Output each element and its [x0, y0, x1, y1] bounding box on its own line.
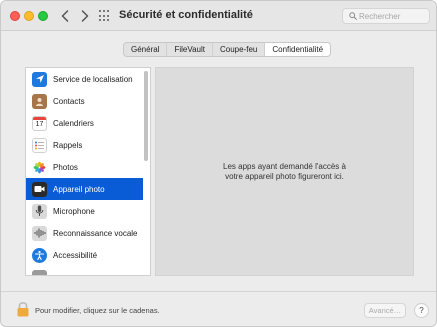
help-button[interactable]: ? [414, 303, 429, 318]
location-arrow-icon [32, 71, 47, 87]
sidebar-item-label: Reconnaissance vocale [53, 228, 138, 238]
tab-bar: Général FileVault Coupe-feu Confidential… [123, 42, 332, 57]
sidebar-item-label: Calendriers [53, 118, 94, 128]
calendar-icon: 17 [32, 115, 47, 131]
contacts-book-icon [32, 93, 47, 109]
close-window-button[interactable] [10, 11, 20, 21]
sidebar-item-reminders[interactable]: Rappels [26, 134, 143, 156]
tab-filevault[interactable]: FileVault [167, 43, 213, 56]
sidebar-item-camera[interactable]: Appareil photo [26, 178, 143, 200]
search-icon [349, 12, 357, 20]
tab-general[interactable]: Général [124, 43, 168, 56]
window-title: Sécurité et confidentialité [119, 9, 253, 21]
sidebar-item-calendars[interactable]: 17 Calendriers [26, 112, 143, 134]
search-field[interactable] [342, 8, 430, 24]
sidebar-item-label: Photos [53, 162, 78, 172]
sidebar-item-label: Service de localisation [53, 74, 133, 84]
lock-icon[interactable] [16, 301, 30, 317]
zoom-window-button[interactable] [38, 11, 48, 21]
search-input[interactable] [359, 10, 427, 22]
sidebar-item-speech-recognition[interactable]: Reconnaissance vocale [26, 222, 143, 244]
forward-button[interactable] [77, 8, 93, 24]
advanced-button[interactable]: Avancé… [364, 303, 406, 318]
sidebar-item-location[interactable]: Service de localisation [26, 68, 143, 90]
sidebar-item-contacts[interactable]: Contacts [26, 90, 143, 112]
title-bar: Sécurité et confidentialité [1, 1, 436, 31]
camera-apps-panel: Les apps ayant demandé l'accès à votre a… [155, 67, 414, 276]
sidebar-item-label: Contacts [53, 96, 85, 106]
microphone-icon [32, 203, 47, 219]
empty-state-message: Les apps ayant demandé l'accès à votre a… [223, 162, 346, 181]
back-button[interactable] [57, 8, 73, 24]
privacy-category-list[interactable]: Service de localisation Contacts 17 Cale… [25, 67, 151, 276]
reminders-list-icon [32, 137, 47, 153]
footer-divider [1, 291, 436, 292]
chevron-right-icon [81, 10, 89, 22]
list-scrollbar[interactable] [144, 71, 148, 161]
minimize-window-button[interactable] [24, 11, 34, 21]
sidebar-item-microphone[interactable]: Microphone [26, 200, 143, 222]
show-all-grid-icon[interactable] [99, 10, 111, 22]
sidebar-item-photos[interactable]: Photos [26, 156, 143, 178]
sidebar-item-label: Microphone [53, 206, 95, 216]
sidebar-item-partial[interactable] [26, 266, 143, 275]
tab-firewall[interactable]: Coupe-feu [213, 43, 266, 56]
lock-hint-text: Pour modifier, cliquez sur le cadenas. [35, 306, 160, 315]
sidebar-item-label: Appareil photo [53, 184, 105, 194]
partial-item-icon [32, 269, 47, 275]
tab-privacy[interactable]: Confidentialité [265, 43, 331, 56]
camera-icon [32, 181, 47, 197]
sidebar-item-label: Rappels [53, 140, 83, 150]
sidebar-item-label: Accessibilité [53, 250, 98, 260]
preferences-window: Sécurité et confidentialité Général File… [0, 0, 437, 327]
waveform-icon [32, 225, 47, 241]
sidebar-item-accessibility[interactable]: Accessibilité [26, 244, 143, 266]
chevron-left-icon [61, 10, 69, 22]
accessibility-icon [32, 247, 47, 263]
photos-flower-icon [32, 159, 47, 175]
